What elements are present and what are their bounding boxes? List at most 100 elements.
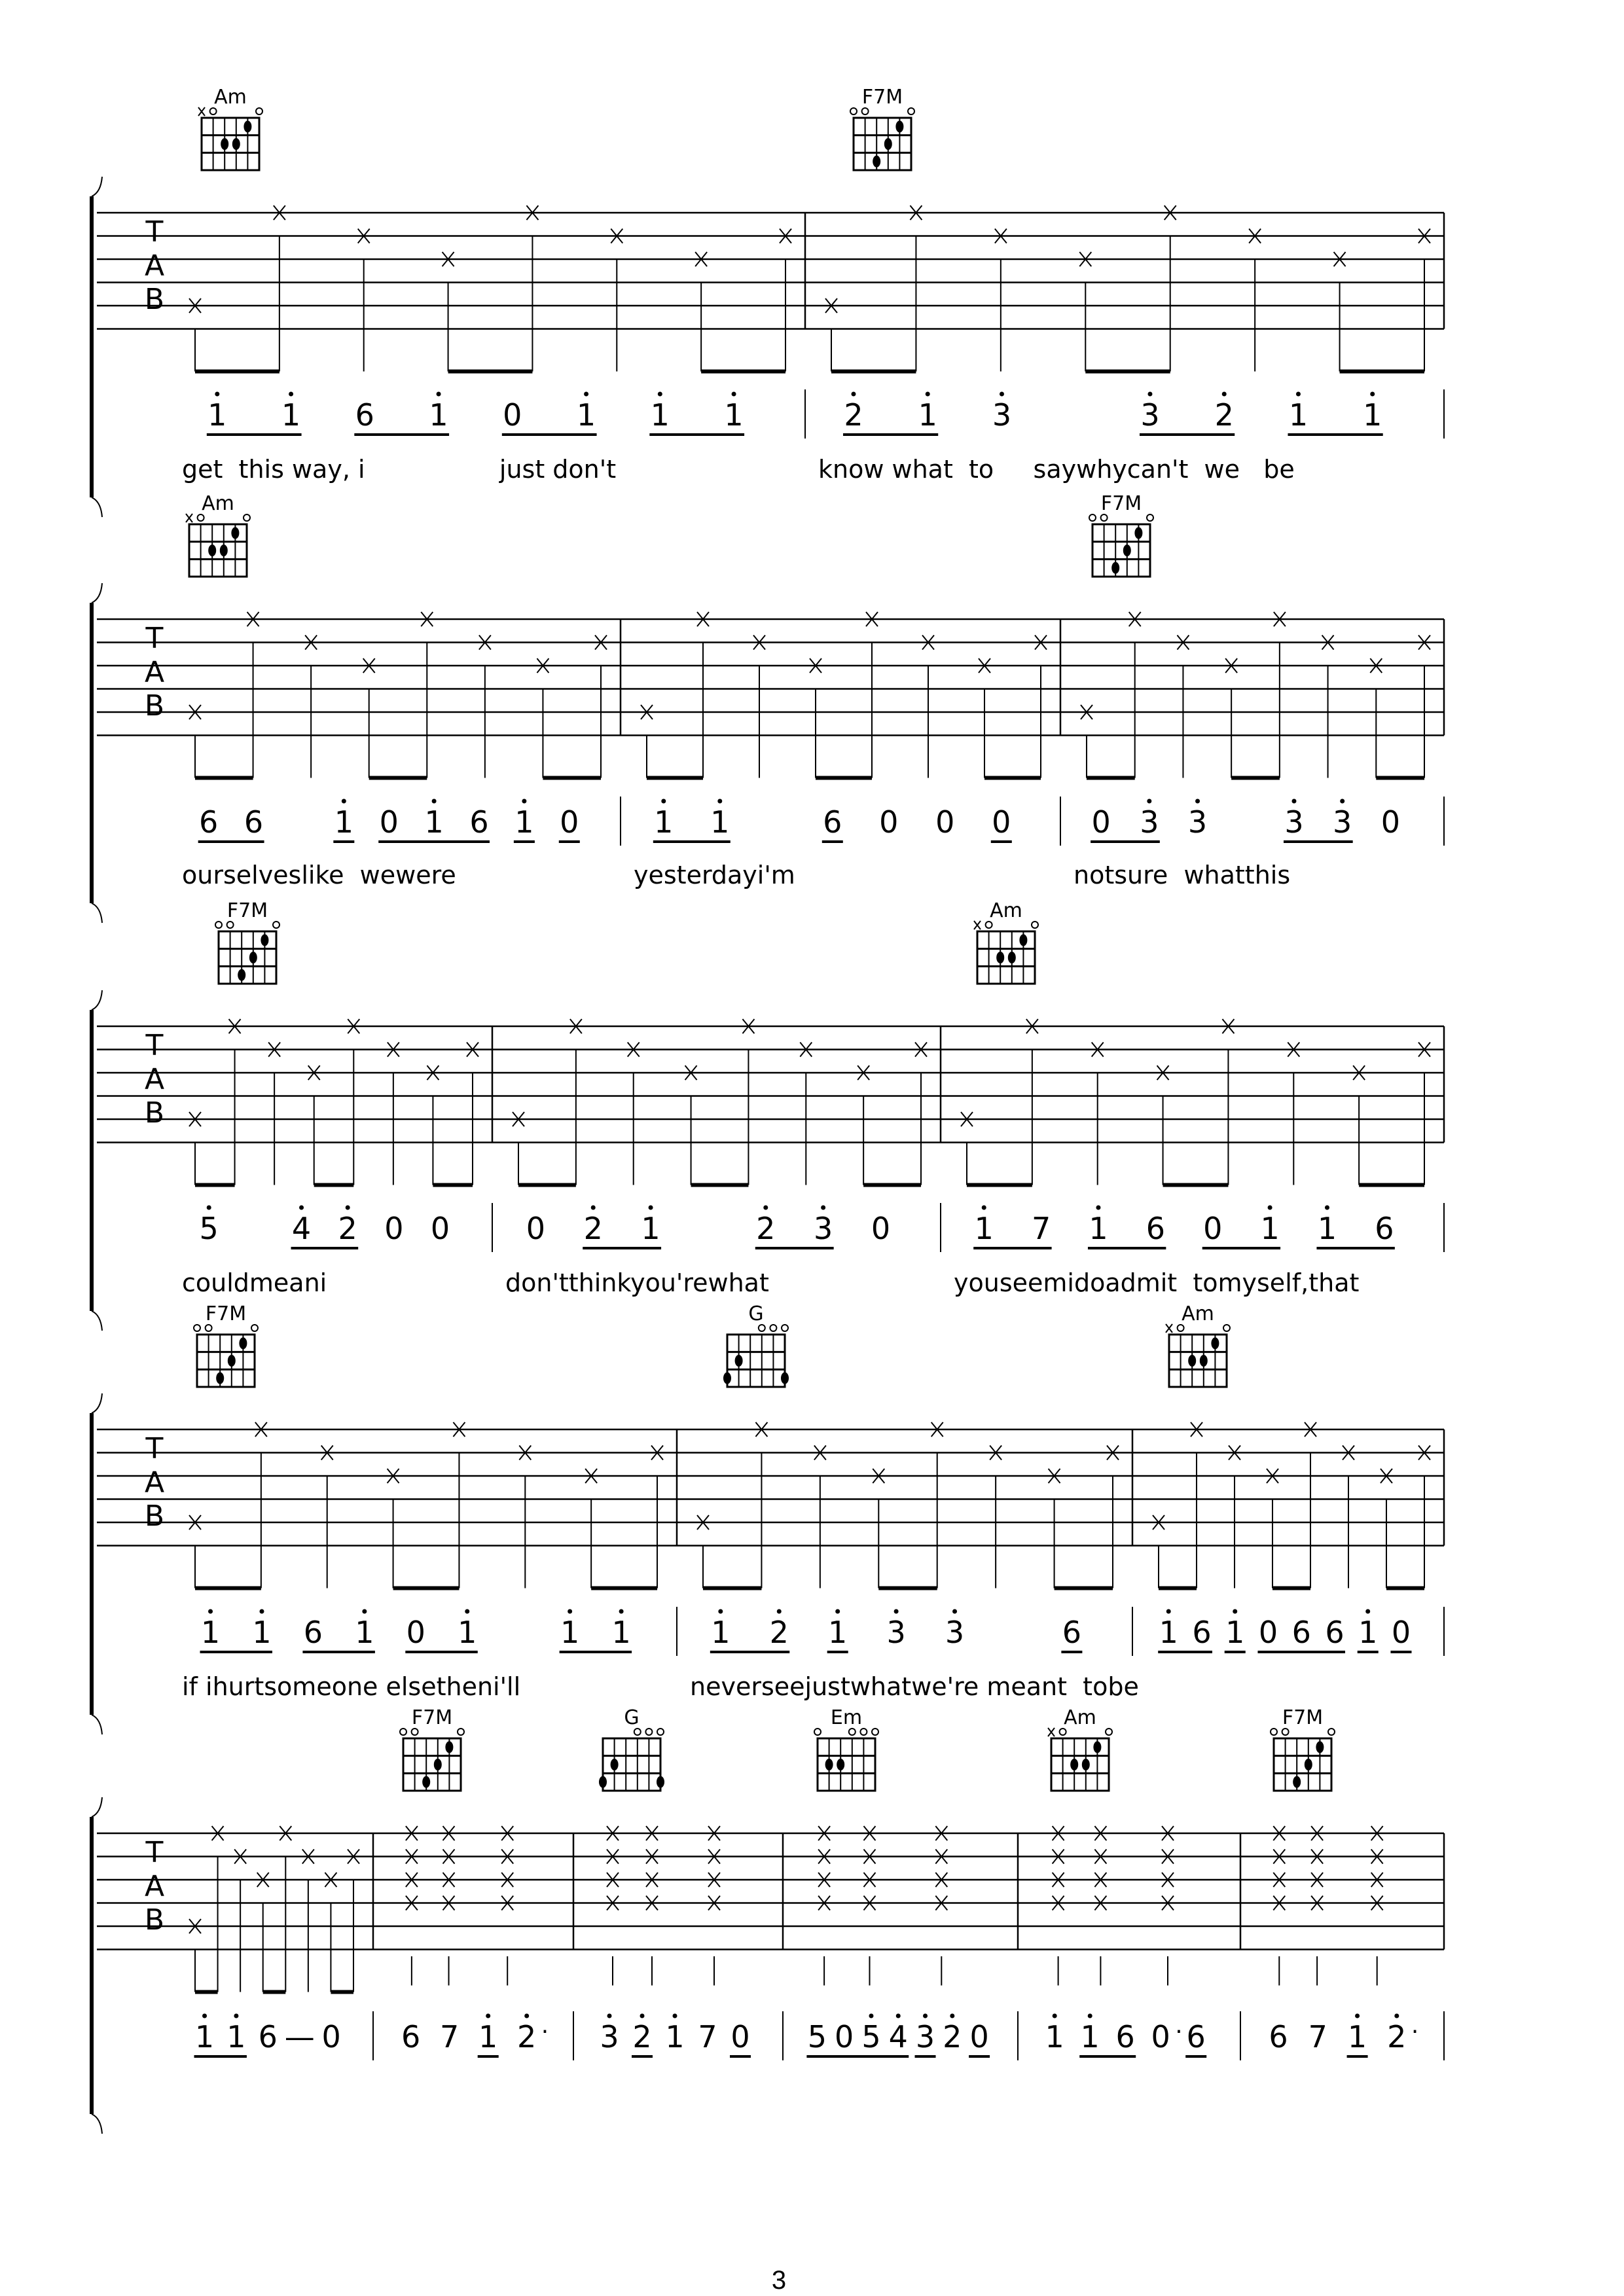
finger-dot [884,138,892,150]
measure: 1 1 6 0 0 0 yesterdayi'm [634,611,1061,889]
jianpu-note: 2 [770,1615,789,1650]
measure: 116101 1 1if ihurtsomeone elsetheni'll [182,1422,677,1701]
jianpu-note: 6 [1325,1615,1344,1650]
finger-dot [1081,1759,1090,1770]
jianpu-note: 1 [1289,397,1308,433]
finger-dot [837,1759,845,1770]
finger-dot [1316,1741,1324,1753]
jianpu-note: 1 [1225,1615,1244,1650]
jianpu-note: 0 [992,804,1011,840]
jianpu-note: 6 [1192,1615,1211,1650]
jianpu-note: 0 [969,2019,988,2054]
jianpu-note: 1 [641,1211,660,1246]
open-string-icon [399,1728,407,1736]
jianpu-note: 3 [916,2019,935,2054]
jianpu-note: 5 [808,2019,827,2054]
finger-dot [895,120,904,133]
jianpu-note: 2 [338,1211,357,1246]
chord-name: Am [1064,1706,1096,1729]
lyrics-text: yesterdayi'm [634,861,795,889]
tab-clef-letter: A [145,1869,164,1903]
chord-diagram-f7m: F7M [215,899,280,985]
octave-dot [1370,391,1375,397]
octave-dot [925,391,930,397]
open-string-icon [781,1324,789,1332]
octave-dot [259,1609,264,1614]
open-string-icon [645,1728,653,1736]
lyrics-text: neverseejustwhatwe're meant tobe [690,1672,1139,1701]
octave-dot [465,1609,470,1614]
octave-dot [1355,2013,1360,2018]
lyrics-text: get this way, i just don't [182,455,616,484]
open-string-icon [1327,1728,1335,1736]
jianpu-note: 5 [861,2019,880,2054]
tab-clef-letter: A [145,655,164,689]
jianpu-note: 6 [1187,2019,1206,2054]
octave-dot [999,391,1004,397]
chord-name: Am [1182,1302,1214,1325]
octave-dot [1096,1205,1101,1210]
open-string-icon [1281,1728,1290,1736]
jianpu-note: 1 [195,2019,214,2054]
octave-dot [851,391,856,397]
jianpu-note: 1 [429,397,448,433]
octave-dot [1291,798,1297,804]
lyrics-text: youseemidoadmit tomyself,that [954,1268,1359,1297]
octave-dot [1365,1609,1371,1614]
augmentation-dot: · [541,2018,549,2045]
finger-dot [1134,527,1143,539]
octave-dot [202,2013,208,2018]
finger-dot [422,1776,431,1788]
finger-dot [723,1372,731,1384]
jianpu-note: 2 [1215,397,1234,433]
finger-dot [599,1776,607,1788]
octave-dot [717,798,723,804]
finger-dot [1070,1759,1079,1770]
jianpu-note: 1 [226,2019,245,2054]
jianpu-note: 1 [424,804,443,840]
octave-dot [731,391,736,397]
finger-dot [238,969,246,981]
measure: 033 3 3 0notsure whatthis [1074,611,1445,889]
octave-dot [763,1205,768,1210]
octave-dot [981,1205,986,1210]
open-string-icon [850,107,857,115]
chord-diagram-em: Em [814,1706,879,1792]
octave-dot [1324,1205,1329,1210]
octave-dot [869,2013,874,2018]
system-1: TAB1 1 6 1 0 1 1 1get this way, i just don't2 1 3… [90,176,1445,518]
jianpu-note: 1 [577,397,596,433]
jianpu-note: 1 [975,1211,994,1246]
octave-dot [206,1205,211,1210]
jianpu-note: 3 [1333,804,1352,840]
jianpu-note: — [285,2019,315,2054]
finger-dot [249,952,257,963]
octave-dot [436,391,441,397]
octave-dot [835,1609,840,1614]
octave-dot [672,2013,677,2018]
open-string-icon [848,1728,856,1736]
octave-dot [1233,1609,1238,1614]
lyrics-text: don'tthinkyou'rewhat [505,1268,769,1297]
finger-dot [261,934,269,946]
open-string-icon [457,1728,465,1736]
open-string-icon [814,1728,821,1736]
octave-dot [1052,2013,1057,2018]
lyrics-text: if ihurtsomeone elsetheni'll [182,1672,520,1701]
octave-dot [524,2013,530,2018]
octave-dot [776,1609,782,1614]
jianpu-note: 1 [355,1615,374,1650]
finger-dot [610,1759,619,1770]
open-string-icon [193,1324,201,1332]
octave-dot [362,1609,367,1614]
finger-dot [657,1776,664,1788]
octave-dot [289,391,294,397]
jianpu-note: 6 [1375,1211,1394,1246]
system-5: TAB1 1 6—0 6 7 1 2 · 3 2 1 7 0 5 0 5 4 3 2 0 1 1 6 0 · 6 6 7 1 2 · [90,1797,1445,2134]
open-string-icon [243,514,251,522]
chord-diagram-am: Am [185,492,251,578]
octave-dot [923,2013,928,2018]
jianpu-note: 1 [458,1615,477,1650]
jianpu-note: 0 [321,2019,340,2054]
jianpu-note: 1 [201,1615,220,1650]
